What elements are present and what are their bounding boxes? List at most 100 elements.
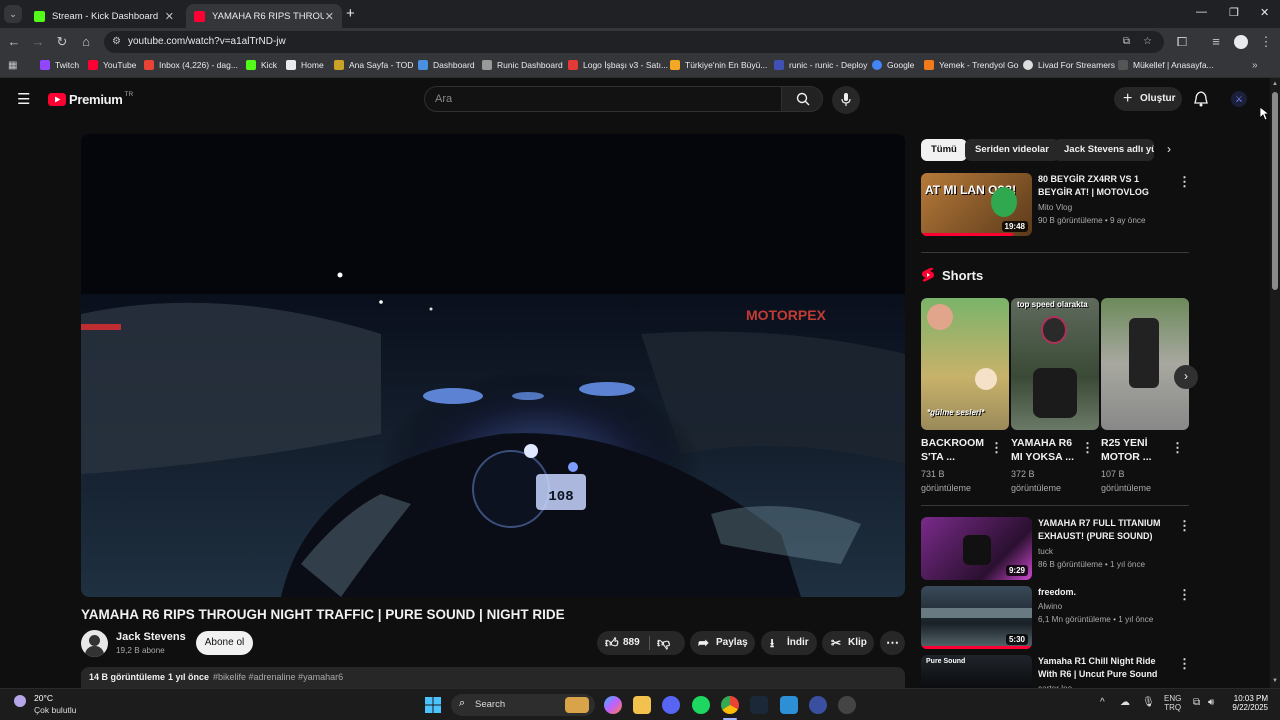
notifications-bell-icon[interactable] — [1194, 91, 1208, 107]
bookmark-tod[interactable]: Ana Sayfa - TOD — [334, 60, 413, 70]
channel-avatar[interactable] — [81, 630, 108, 657]
video-player[interactable]: 108 MOTORPEX — [81, 134, 905, 597]
bookmark-turkiye[interactable]: Türkiye'nin En Büyü... — [670, 60, 767, 70]
app-shield-icon[interactable] — [809, 696, 827, 714]
recommendation-title[interactable]: YAMAHA R7 FULL TITANIUM EXHAUST! (PURE S… — [1038, 517, 1174, 543]
hashtags[interactable]: #bikelife #adrenaline #yamahar6 — [213, 672, 343, 682]
like-thumb-icon[interactable]: 👍︎ — [605, 631, 619, 655]
chips-next-icon[interactable]: › — [1167, 142, 1171, 156]
bookmark-star-icon[interactable]: ☆ — [1143, 31, 1152, 53]
share-button[interactable]: ➦ Paylaş — [690, 631, 755, 655]
steam-icon[interactable] — [750, 696, 768, 714]
download-button[interactable]: ⭳ İndir — [761, 631, 817, 655]
bookmark-twitch[interactable]: Twitch — [40, 60, 79, 70]
more-options-icon[interactable]: ⋮ — [1178, 587, 1191, 603]
new-tab-button[interactable]: + — [346, 5, 355, 22]
more-options-icon[interactable]: ⋮ — [990, 440, 1003, 456]
chip-all[interactable]: Tümü — [921, 139, 967, 161]
search-input[interactable]: Ara — [424, 86, 782, 112]
recommendation-title[interactable]: freedom. — [1038, 586, 1174, 599]
subscribe-button[interactable]: Abone ol — [196, 631, 253, 655]
reload-icon[interactable]: ↻ — [54, 34, 70, 50]
account-avatar[interactable]: ⚔ — [1231, 91, 1247, 107]
back-arrow-icon[interactable]: ← — [6, 34, 22, 50]
onedrive-cloud-icon[interactable]: ☁ — [1120, 697, 1130, 708]
recommendation-title[interactable]: 80 BEYGİR ZX4RR VS 1 BEYGİR AT! | MOTOVL… — [1038, 173, 1174, 199]
recommendation-thumbnail[interactable]: 9:29 — [921, 517, 1032, 580]
volume-icon[interactable]: 🔊︎ — [1208, 697, 1214, 708]
page-scrollbar[interactable]: ▲ ▼ — [1270, 78, 1280, 688]
discord-icon[interactable] — [662, 696, 680, 714]
more-actions-icon[interactable]: ⋯ — [880, 631, 905, 655]
more-options-icon[interactable]: ⋮ — [1178, 656, 1191, 672]
restore-window-icon[interactable]: ❐ — [1229, 6, 1239, 19]
chrome-icon[interactable] — [721, 696, 739, 714]
more-options-icon[interactable]: ⋮ — [1171, 440, 1184, 456]
apps-grid-icon[interactable]: ▦ — [8, 60, 17, 71]
search-button[interactable] — [781, 86, 823, 112]
recommendation-channel[interactable]: Mito Vlog — [1038, 201, 1072, 214]
more-options-icon[interactable]: ⋮ — [1178, 174, 1191, 190]
bookmark-mukellef[interactable]: Mükellef | Anasayfa... — [1118, 60, 1214, 70]
home-icon[interactable]: ⌂ — [78, 34, 94, 50]
scrollbar-thumb[interactable] — [1272, 92, 1278, 290]
language-indicator[interactable]: ENG TRQ — [1164, 694, 1181, 712]
file-explorer-icon[interactable] — [633, 696, 651, 714]
chip-channel-uploads[interactable]: Jack Stevens adlı yük — [1054, 139, 1154, 161]
bookmark-google[interactable]: Google — [872, 60, 914, 70]
scroll-up-arrow-icon[interactable]: ▲ — [1272, 81, 1278, 87]
short-thumbnail[interactable]: top speed olarakta — [1011, 298, 1099, 430]
site-info-icon[interactable]: ⚙ — [112, 31, 121, 53]
network-icon[interactable]: ⧉ — [1193, 697, 1200, 708]
address-bar[interactable]: ⚙ youtube.com/watch?v=a1alTrND-jw ⧉ ☆ — [104, 31, 1164, 53]
recommendation-thumbnail[interactable]: Pure Sound — [921, 655, 1032, 688]
more-bookmarks-icon[interactable]: » — [1252, 60, 1258, 71]
tab-kick-dashboard[interactable]: Stream - Kick Dashboard ✕ — [26, 4, 182, 28]
short-thumbnail[interactable]: *gülme sesleri* — [921, 298, 1009, 430]
bookmark-trendyol-go[interactable]: Yemek - Trendyol Go — [924, 60, 1019, 70]
browser-menu-icon[interactable]: ⋮ — [1258, 34, 1274, 50]
taskbar-search-box[interactable]: ⌕ Search — [451, 694, 595, 716]
hamburger-menu-icon[interactable]: ☰ — [17, 90, 30, 108]
short-thumbnail[interactable] — [1101, 298, 1189, 430]
recommendation-channel[interactable]: tuck — [1038, 545, 1053, 558]
description-box[interactable]: 14 B görüntüleme 1 yıl önce #bikelife #a… — [81, 667, 905, 688]
create-button[interactable]: + Oluştur — [1114, 87, 1182, 111]
short-title[interactable]: YAMAHA R6 MI YOKSA ... — [1011, 436, 1075, 464]
windows-start-icon[interactable] — [425, 697, 441, 713]
more-options-icon[interactable]: ⋮ — [1178, 518, 1191, 534]
short-title[interactable]: BACKROOM S'TA ... — [921, 436, 985, 464]
close-tab-icon[interactable]: ✕ — [165, 10, 174, 23]
media-controls-icon[interactable]: ≡ — [1208, 34, 1224, 50]
profile-avatar-icon[interactable] — [1234, 35, 1248, 49]
bookmark-dashboard[interactable]: Dashboard — [418, 60, 475, 70]
recommendation-thumbnail[interactable]: 5:30 — [921, 586, 1032, 649]
dislike-thumb-icon[interactable]: 👎︎ — [657, 631, 670, 655]
shorts-next-button[interactable]: › — [1174, 365, 1198, 389]
tab-youtube-video[interactable]: YAMAHA R6 RIPS THROUGH N ✕ — [186, 4, 342, 28]
spotify-icon[interactable] — [692, 696, 710, 714]
chip-series[interactable]: Seriden videolar — [965, 139, 1059, 161]
app-recording-icon[interactable] — [838, 696, 856, 714]
bookmark-livad[interactable]: Livad For Streamers — [1023, 60, 1115, 70]
show-hidden-icons-icon[interactable]: ^ — [1100, 697, 1105, 708]
copilot-icon[interactable] — [604, 696, 622, 714]
bookmark-runic-dashboard[interactable]: Runic Dashboard — [482, 60, 563, 70]
bookmark-kick[interactable]: Kick — [246, 60, 277, 70]
microphone-icon[interactable]: 🎙︎ — [1142, 697, 1155, 708]
bookmark-x-home[interactable]: Home — [286, 60, 324, 70]
close-window-icon[interactable]: ✕ — [1260, 6, 1269, 19]
channel-name[interactable]: Jack Stevens — [116, 631, 186, 643]
tab-search-icon[interactable]: ⌄ — [4, 5, 22, 23]
weather-widget[interactable] — [10, 693, 32, 715]
bookmark-youtube[interactable]: YouTube — [88, 60, 136, 70]
close-tab-icon[interactable]: ✕ — [325, 10, 334, 23]
more-options-icon[interactable]: ⋮ — [1081, 440, 1094, 456]
extensions-icon[interactable]: ⧠ — [1174, 34, 1190, 50]
bookmark-logo-isbasi[interactable]: Logo İşbaşı v3 - Satı... — [568, 60, 668, 70]
recommendation-channel[interactable]: Alwino — [1038, 600, 1062, 613]
clip-button[interactable]: ✂ Klip — [822, 631, 874, 655]
app-g-icon[interactable] — [780, 696, 798, 714]
recommendation-thumbnail[interactable]: AT MI LAN O??! 19:48 — [921, 173, 1032, 236]
bookmark-gmail[interactable]: Inbox (4,226) - dag... — [144, 60, 238, 70]
